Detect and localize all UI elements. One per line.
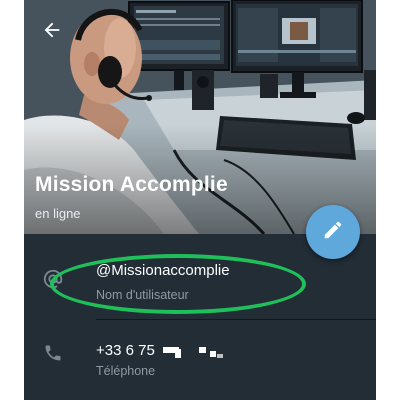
back-button[interactable] (36, 16, 68, 48)
phone-icon (42, 342, 64, 364)
phone-number-visible: +33 6 75 (96, 342, 155, 359)
at-sign-icon (42, 268, 64, 290)
username-label: Nom d'utilisateur (96, 288, 189, 302)
profile-status: en ligne (35, 206, 81, 221)
username-row[interactable]: @Missionaccomplie Nom d'utilisateur (24, 234, 376, 320)
phone-label: Téléphone (96, 364, 156, 378)
phone-value: +33 6 75 (96, 342, 233, 359)
profile-photo[interactable] (24, 0, 376, 234)
arrow-left-icon (41, 19, 63, 46)
redacted-digits (162, 344, 233, 359)
profile-screen: Mission Accomplie en ligne @Missionaccom… (24, 0, 376, 400)
username-value: @Missionaccomplie (96, 262, 230, 279)
phone-row[interactable]: +33 6 75 Téléphone (24, 320, 376, 400)
profile-name: Mission Accomplie (35, 173, 228, 196)
